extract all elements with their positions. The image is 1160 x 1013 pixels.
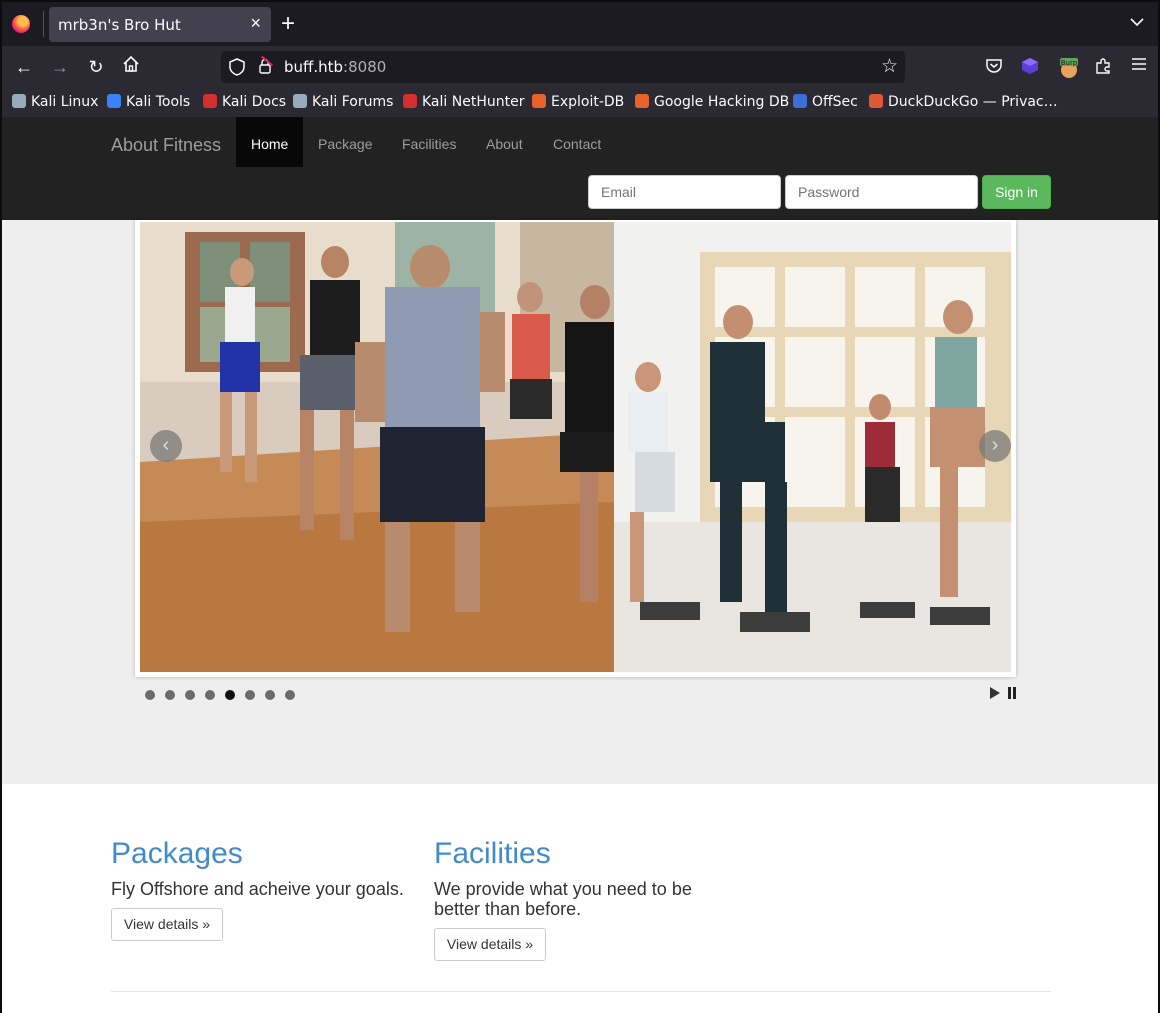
play-icon[interactable] [990, 687, 1000, 699]
insecure-lock-icon[interactable] [258, 58, 272, 77]
carousel-dot[interactable] [265, 690, 275, 700]
tab-strip: mrb3n's Bro Hut × + [2, 2, 1158, 46]
burp-badge-label: Burp [1061, 59, 1078, 67]
carousel-dot[interactable] [145, 690, 155, 700]
star-icon[interactable]: ☆ [881, 55, 898, 78]
packages-view-details-button[interactable]: View details » [111, 908, 223, 941]
bookmark-favicon-icon [107, 94, 121, 108]
carousel-dot[interactable] [245, 690, 255, 700]
extension-cube-icon[interactable] [1020, 57, 1040, 77]
nav-contact[interactable]: Contact [553, 117, 601, 167]
bookmark-label: Kali Forums [312, 94, 394, 110]
bookmarks-toolbar: Kali Linux Kali Tools Kali Docs Kali Forums… [2, 88, 1158, 117]
forward-arrow-icon[interactable]: → [48, 55, 72, 79]
url-port: :8080 [343, 58, 387, 76]
bookmark-favicon-icon [869, 94, 883, 108]
bookmark-item[interactable]: DuckDuckGo — Privac… [869, 94, 1058, 110]
menu-icon[interactable] [1129, 57, 1149, 77]
bookmark-favicon-icon [635, 94, 649, 108]
bookmark-favicon-icon [403, 94, 417, 108]
carousel-dot[interactable] [225, 690, 235, 700]
new-tab-icon[interactable]: + [281, 10, 295, 38]
burp-extension-icon[interactable]: Burp [1056, 57, 1082, 78]
image-carousel[interactable]: ‹ › [135, 220, 1016, 677]
web-page: About Fitness Home Package Facilities Ab… [2, 117, 1158, 1013]
carousel-dot[interactable] [185, 690, 195, 700]
carousel-dot[interactable] [205, 690, 215, 700]
sign-in-button[interactable]: Sign in [982, 175, 1051, 209]
nav-facilities[interactable]: Facilities [402, 117, 456, 167]
shield-icon[interactable] [229, 58, 245, 80]
bookmark-item[interactable]: Kali NetHunter [403, 94, 524, 110]
browser-window: mrb3n's Bro Hut × + ← → ↻ buff.htb:8080 … [0, 0, 1160, 1013]
carousel-prev-button[interactable]: ‹ [150, 430, 182, 462]
bookmark-favicon-icon [12, 94, 26, 108]
back-arrow-icon[interactable]: ← [12, 55, 36, 79]
bookmark-item[interactable]: Kali Forums [293, 94, 393, 110]
carousel-dot[interactable] [285, 690, 295, 700]
bookmark-label: Kali NetHunter [422, 94, 525, 110]
bookmark-item[interactable]: Kali Tools [107, 94, 190, 110]
home-icon[interactable] [119, 55, 143, 79]
facilities-view-details-button[interactable]: View details » [434, 928, 546, 961]
email-field[interactable] [588, 175, 781, 209]
browser-toolbar: ← → ↻ buff.htb:8080 ☆ Burp [2, 46, 1158, 88]
site-brand[interactable]: About Fitness [111, 135, 221, 156]
bookmark-label: Kali Tools [126, 94, 191, 110]
pocket-icon[interactable] [984, 57, 1004, 77]
carousel-dot[interactable] [165, 690, 175, 700]
reload-icon[interactable]: ↻ [84, 55, 108, 79]
bookmark-label: Kali Docs [222, 94, 287, 110]
bookmark-favicon-icon [203, 94, 217, 108]
facilities-heading: Facilities [434, 837, 551, 870]
bookmark-label: Exploit-DB [551, 94, 625, 110]
bookmark-favicon-icon [532, 94, 546, 108]
nav-about[interactable]: About [486, 117, 523, 167]
bookmark-item[interactable]: OffSec [793, 94, 858, 110]
site-navbar: About Fitness Home Package Facilities Ab… [2, 117, 1158, 220]
bookmark-item[interactable]: Kali Docs [203, 94, 286, 110]
bookmark-item[interactable]: Google Hacking DB [635, 94, 789, 110]
nav-package[interactable]: Package [318, 117, 372, 167]
tab-separator [43, 11, 44, 37]
url-host: buff.htb [284, 58, 344, 76]
packages-heading: Packages [111, 837, 243, 870]
bookmark-label: Google Hacking DB [654, 94, 790, 110]
bookmark-label: Kali Linux [31, 94, 99, 110]
carousel-next-button[interactable]: › [979, 430, 1011, 462]
tab-title: mrb3n's Bro Hut [58, 16, 181, 34]
address-bar[interactable]: buff.htb:8080 ☆ [221, 51, 905, 83]
firefox-icon[interactable] [12, 15, 30, 33]
hero-section: ‹ › [2, 220, 1158, 784]
close-icon[interactable]: × [250, 13, 261, 34]
nav-home[interactable]: Home [236, 117, 304, 167]
bookmark-item[interactable]: Exploit-DB [532, 94, 624, 110]
bookmark-label: OffSec [812, 94, 858, 110]
bookmark-favicon-icon [793, 94, 807, 108]
pause-icon[interactable] [1007, 687, 1017, 699]
bookmark-favicon-icon [293, 94, 307, 108]
carousel-slide-image [140, 222, 1011, 672]
extensions-puzzle-icon[interactable] [1093, 57, 1113, 77]
bookmark-label: DuckDuckGo — Privac… [888, 94, 1058, 110]
chevron-down-icon[interactable] [1130, 14, 1144, 30]
browser-tab[interactable]: mrb3n's Bro Hut × [49, 7, 271, 42]
divider [111, 991, 1051, 992]
packages-text: Fly Offshore and acheive your goals. [111, 879, 404, 899]
bookmark-item[interactable]: Kali Linux [12, 94, 98, 110]
password-field[interactable] [785, 175, 978, 209]
url-text[interactable]: buff.htb:8080 [284, 58, 386, 76]
facilities-text: We provide what you need to be better th… [434, 879, 692, 919]
